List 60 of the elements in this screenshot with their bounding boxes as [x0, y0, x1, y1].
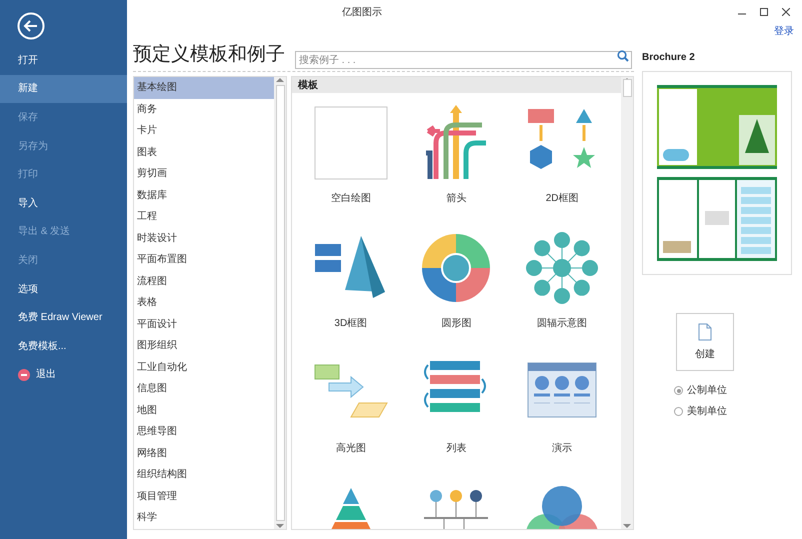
sidebar-item[interactable]: 选项: [0, 274, 127, 304]
scroll-down-icon[interactable]: [623, 523, 631, 529]
template-label[interactable]: 演示: [552, 441, 572, 456]
scroll-thumb[interactable]: [276, 85, 284, 521]
scroll-down-icon[interactable]: [276, 523, 284, 529]
unit-radio[interactable]: 美制单位: [674, 404, 794, 419]
category-item[interactable]: 思维导图: [134, 421, 274, 442]
category-item[interactable]: 信息图: [134, 378, 274, 400]
category-item[interactable]: 图表: [134, 142, 274, 163]
category-item[interactable]: 卡片: [134, 120, 274, 142]
template-label[interactable]: 圆辐示意图: [537, 316, 588, 331]
template-label[interactable]: 空白绘图: [330, 191, 371, 206]
sidebar-item[interactable]: 退出: [0, 360, 127, 390]
category-item[interactable]: 组织结构图: [134, 464, 274, 486]
template-label[interactable]: 高光图: [336, 441, 366, 456]
stop-icon: [18, 368, 30, 381]
back-button[interactable]: [17, 12, 45, 40]
new-document-icon: [698, 322, 712, 340]
category-item[interactable]: 平面布置图: [134, 249, 274, 270]
category-item[interactable]: 剪切画: [134, 163, 274, 184]
search-icon[interactable]: [617, 50, 629, 62]
sidebar-item[interactable]: 打开: [0, 46, 127, 75]
template-label[interactable]: 2D框图: [546, 191, 579, 206]
category-item[interactable]: 项目管理: [134, 486, 274, 507]
login-link[interactable]: 登录: [774, 24, 794, 40]
category-item[interactable]: 图形组织: [134, 335, 274, 356]
category-item[interactable]: 网络图: [134, 442, 274, 464]
sidebar-item[interactable]: 免费 Edraw Viewer: [0, 303, 127, 332]
category-item[interactable]: 工程: [134, 206, 274, 228]
category-item[interactable]: 时装设计: [134, 228, 274, 249]
scroll-up-icon[interactable]: [276, 77, 284, 83]
search-field[interactable]: 搜索例子 . . .: [295, 51, 632, 69]
category-item[interactable]: 平面设计: [134, 314, 274, 335]
radio-circle[interactable]: [674, 386, 683, 395]
template-label[interactable]: 列表: [446, 441, 466, 456]
section-header: 模板: [292, 77, 621, 93]
sidebar-item[interactable]: 免费模板...: [0, 332, 127, 361]
category-item[interactable]: 科学: [134, 507, 274, 528]
category-item[interactable]: 流程图: [134, 270, 274, 292]
category-item[interactable]: 地图: [134, 400, 274, 421]
sidebar-item[interactable]: 导入: [0, 188, 127, 218]
template-label[interactable]: 3D框图: [334, 316, 368, 331]
category-item[interactable]: 数据库: [134, 184, 274, 206]
preview-title: Brochure 2: [642, 51, 696, 65]
maximize-icon[interactable]: [760, 8, 768, 16]
window-title: 亿图图示: [342, 6, 382, 20]
category-item[interactable]: 商务: [134, 98, 274, 120]
unit-radio[interactable]: 公制单位: [674, 383, 794, 398]
category-item[interactable]: 基本绘图: [134, 77, 274, 98]
sidebar-item[interactable]: 新建: [0, 74, 127, 104]
page-heading: 预定义模板和例子: [133, 43, 285, 68]
scrollbar[interactable]: [621, 77, 633, 529]
category-item[interactable]: 表格: [134, 292, 274, 314]
scroll-thumb[interactable]: [622, 79, 632, 97]
scrollbar[interactable]: [274, 77, 286, 529]
template-label[interactable]: 圆形图: [441, 316, 472, 331]
close-icon[interactable]: [782, 8, 790, 16]
create-button[interactable]: 创建: [676, 313, 734, 371]
category-item[interactable]: 工业自动化: [134, 356, 274, 378]
template-label[interactable]: 箭头: [446, 191, 466, 206]
